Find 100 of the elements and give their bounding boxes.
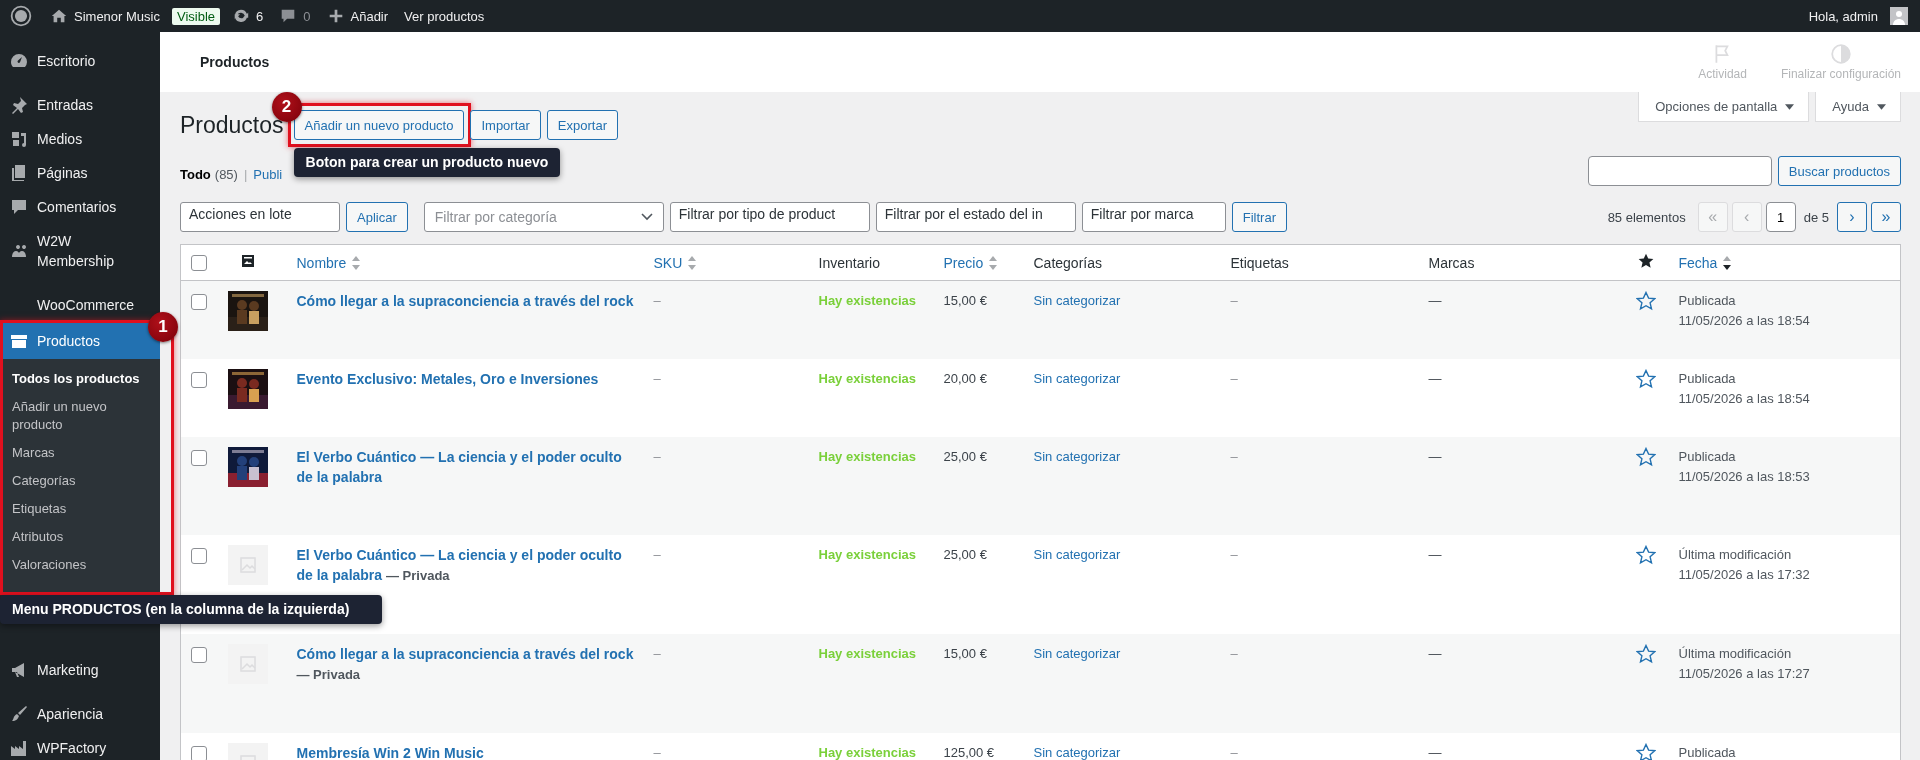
submenu-item[interactable]: Añadir un nuevo producto: [0, 393, 160, 439]
logo-icon[interactable]: [10, 5, 32, 27]
image-placeholder-icon: [228, 545, 268, 585]
sidebar-item[interactable]: Medios: [0, 122, 160, 156]
header-title: Productos: [200, 54, 270, 70]
sku-cell: –: [653, 371, 661, 386]
column-sort-link[interactable]: Fecha: [1678, 254, 1732, 271]
bulk-actions-select[interactable]: Acciones en lote: [180, 202, 340, 232]
column-sort-link[interactable]: Precio: [943, 254, 998, 271]
row-checkbox[interactable]: [191, 449, 207, 466]
row-checkbox[interactable]: [191, 547, 207, 564]
filter-select[interactable]: Filtrar por marca: [1081, 202, 1226, 232]
star-icon[interactable]: [1635, 369, 1656, 389]
sidebar-item[interactable]: WPFactory: [0, 731, 160, 760]
factory-icon: [9, 738, 29, 758]
site-link[interactable]: Simenor Music: [42, 0, 168, 32]
column-sort-link[interactable]: Nombre: [296, 254, 361, 271]
brands-cell: —: [1428, 293, 1442, 308]
select-all-checkbox[interactable]: [191, 255, 207, 272]
action-button[interactable]: Importar: [470, 110, 541, 140]
star-icon[interactable]: [1635, 743, 1656, 760]
date-status: Publicada: [1678, 292, 1737, 310]
sort-icon: [352, 255, 361, 270]
row-checkbox[interactable]: [191, 646, 207, 663]
submenu-item[interactable]: Categorías: [0, 467, 160, 495]
view-products-link[interactable]: Ver productos: [396, 0, 493, 32]
date-status: Última modificación: [1678, 546, 1793, 564]
row-checkbox[interactable]: [191, 293, 207, 310]
sku-cell: –: [653, 547, 661, 562]
star-icon[interactable]: [1635, 644, 1656, 664]
submenu-item[interactable]: Atributos: [0, 523, 160, 551]
submenu-item[interactable]: Etiquetas: [0, 495, 160, 523]
row-checkbox[interactable]: [191, 745, 207, 760]
product-name-link[interactable]: Membresía Win 2 Win Music: [296, 743, 638, 760]
filter-select[interactable]: Filtrar por el estado del in: [875, 202, 1076, 232]
price-cell: 15,00 €: [943, 293, 987, 308]
screen-tab[interactable]: Opciones de pantalla: [1638, 92, 1810, 122]
caret-icon: [1877, 103, 1886, 110]
view-link[interactable]: Publi: [253, 167, 283, 182]
category-link[interactable]: Sin categorizar: [1033, 547, 1121, 562]
stock-status: Hay existencias: [818, 745, 917, 760]
page-total: de 5: [1803, 209, 1829, 225]
category-link[interactable]: Sin categorizar: [1033, 646, 1121, 661]
star-icon[interactable]: [1635, 545, 1656, 565]
sidebar-item[interactable]: Apariencia: [0, 697, 160, 731]
category-link[interactable]: Sin categorizar: [1033, 745, 1121, 760]
category-link[interactable]: Sin categorizar: [1033, 371, 1121, 386]
sidebar-item[interactable]: Páginas: [0, 156, 160, 190]
date-status: Publicada: [1678, 448, 1737, 466]
search-button[interactable]: Buscar productos: [1777, 156, 1901, 186]
category-link[interactable]: Sin categorizar: [1033, 293, 1121, 308]
submenu-item[interactable]: Todos los productos: [0, 365, 160, 393]
sidebar-item[interactable]: Entradas: [0, 88, 160, 122]
filter-select[interactable]: Filtrar por tipo de product: [669, 202, 870, 232]
tags-cell: –: [1230, 293, 1238, 308]
stock-status: Hay existencias: [818, 646, 917, 661]
action-button[interactable]: Añadir un nuevo producto: [293, 110, 465, 140]
updates-link[interactable]: 6: [224, 0, 272, 32]
view-link[interactable]: Todo (85): [180, 167, 238, 182]
price-cell: 25,00 €: [943, 547, 987, 562]
apply-button[interactable]: Aplicar: [346, 202, 408, 232]
page-nav-button[interactable]: »: [1871, 202, 1901, 232]
sort-icon: [1723, 255, 1732, 270]
search-field[interactable]: [1587, 156, 1772, 186]
add-new-link[interactable]: Añadir: [318, 0, 397, 32]
date-value: 11/05/2026 a las 18:54: [1678, 390, 1811, 408]
sidebar-item[interactable]: Comentarios: [0, 190, 160, 224]
date-status: Publicada: [1678, 744, 1737, 760]
sidebar-item[interactable]: Escritorio: [0, 44, 160, 78]
star-icon[interactable]: [1635, 447, 1656, 467]
sidebar-item[interactable]: W2W Membership: [0, 224, 160, 278]
tags-cell: –: [1230, 745, 1238, 760]
product-name-link[interactable]: Evento Exclusivo: Metales, Oro e Inversiones: [296, 369, 638, 389]
sku-cell: –: [653, 745, 661, 760]
sort-icon: [688, 255, 697, 270]
column-sort-link[interactable]: SKU: [653, 254, 697, 271]
account-link[interactable]: Hola, admin: [1800, 0, 1916, 32]
screen-tab[interactable]: Ayuda: [1815, 92, 1901, 122]
price-cell: 25,00 €: [943, 449, 987, 464]
brands-cell: —: [1428, 646, 1442, 661]
action-button[interactable]: Exportar: [546, 110, 618, 140]
product-name-link[interactable]: El Verbo Cuántico — La ciencia y el poder oculto de la palabra — Privada: [296, 545, 638, 586]
star-icon[interactable]: [1635, 291, 1656, 311]
stock-status: Hay existencias: [818, 371, 917, 386]
column-header: Inventario: [818, 254, 880, 271]
submenu-item[interactable]: Marcas: [0, 439, 160, 467]
tags-cell: –: [1230, 449, 1238, 464]
category-link[interactable]: Sin categorizar: [1033, 449, 1121, 464]
page-field[interactable]: 1: [1765, 202, 1796, 232]
price-cell: 125,00 €: [943, 745, 995, 760]
submenu-item[interactable]: Valoraciones: [0, 551, 160, 579]
sidebar-item[interactable]: Marketing: [0, 653, 160, 687]
filter-button[interactable]: Filtrar: [1231, 202, 1287, 232]
brands-cell: —: [1428, 547, 1442, 562]
comments-link[interactable]: 0: [271, 0, 319, 32]
date-value: 11/05/2026 a las 18:53: [1678, 468, 1811, 486]
page-nav-button[interactable]: ›: [1837, 202, 1867, 232]
date-status: Publicada: [1678, 370, 1737, 388]
media-icon: [9, 129, 29, 149]
row-checkbox[interactable]: [191, 371, 207, 388]
